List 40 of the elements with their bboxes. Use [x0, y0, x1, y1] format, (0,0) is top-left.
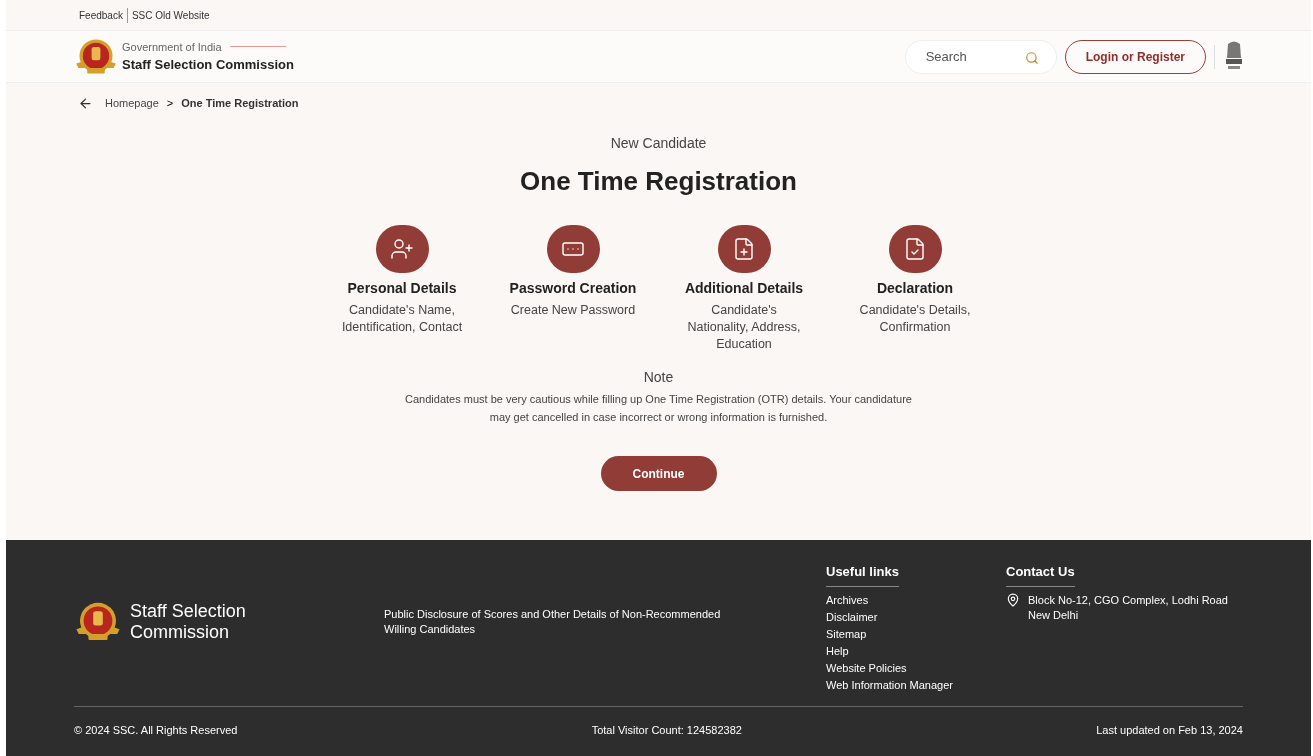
- visitor-count: Total Visitor Count: 124582382: [591, 722, 742, 738]
- document-add-icon: [732, 237, 756, 261]
- step-title: Personal Details: [347, 279, 457, 298]
- footer-brand: Staff Selection Commission: [130, 601, 246, 643]
- search-field[interactable]: Search: [904, 39, 1057, 74]
- useful-links-heading: Useful links: [826, 562, 899, 587]
- footer-link[interactable]: Website Policies: [826, 660, 1006, 676]
- eyebrow-text: New Candidate: [610, 134, 707, 153]
- person-add-icon: [390, 237, 414, 261]
- disclosure-link[interactable]: Public Disclosure of Scores and Other Details of Non-Recommended Willing Candidates: [384, 607, 721, 637]
- top-link[interactable]: Feedback: [79, 7, 123, 23]
- last-updated-text: Last updated on Feb 13, 2024: [1096, 722, 1243, 738]
- contact-heading: Contact Us: [1006, 562, 1075, 587]
- footer-link[interactable]: Web Information Manager: [826, 677, 1006, 693]
- location-pin-icon: [1006, 592, 1020, 607]
- breadcrumb-separator: >: [166, 95, 174, 111]
- step-title: Password Creation: [509, 279, 637, 298]
- note-heading: Note: [643, 368, 674, 387]
- top-link[interactable]: SSC Old Website: [126, 7, 210, 23]
- page-title: One Time Registration: [520, 165, 797, 198]
- footer-link[interactable]: Disclaimer: [826, 609, 1006, 625]
- note-text: Candidates must be very cautious while filling up One Time Registration (OTR) details. Your candidature may get cancelled in case incorrect or wrong information is furnished.: [405, 392, 912, 425]
- search-icon: [1024, 50, 1039, 65]
- step-description: Candidate's Name, Identification, Contact: [341, 302, 463, 336]
- contact-address: Block No-12, CGO Complex, Lodhi Road New Delhi: [1028, 592, 1228, 623]
- footer-link[interactable]: Help: [826, 643, 1006, 659]
- footer-link[interactable]: Archives: [826, 592, 1006, 608]
- site-title: Staff Selection Commission: [122, 56, 294, 74]
- step-title: Declaration: [876, 279, 954, 298]
- step-description: Create New Password: [510, 302, 636, 319]
- header-subtitle: Government of India: [122, 39, 222, 55]
- footer-link[interactable]: Sitemap: [826, 626, 1006, 642]
- continue-button[interactable]: Continue: [600, 456, 717, 491]
- step-description: Candidate's Details, Confirmation: [859, 302, 971, 336]
- breadcrumb-item: One Time Registration: [181, 95, 299, 111]
- step-description: Candidate's Nationality, Address, Education: [687, 302, 801, 353]
- breadcrumb-item[interactable]: Homepage: [105, 94, 159, 112]
- copyright-text: © 2024 SSC. All Rights Reserved: [74, 722, 238, 738]
- document-check-icon: [903, 237, 927, 261]
- step-title: Additional Details: [684, 279, 804, 298]
